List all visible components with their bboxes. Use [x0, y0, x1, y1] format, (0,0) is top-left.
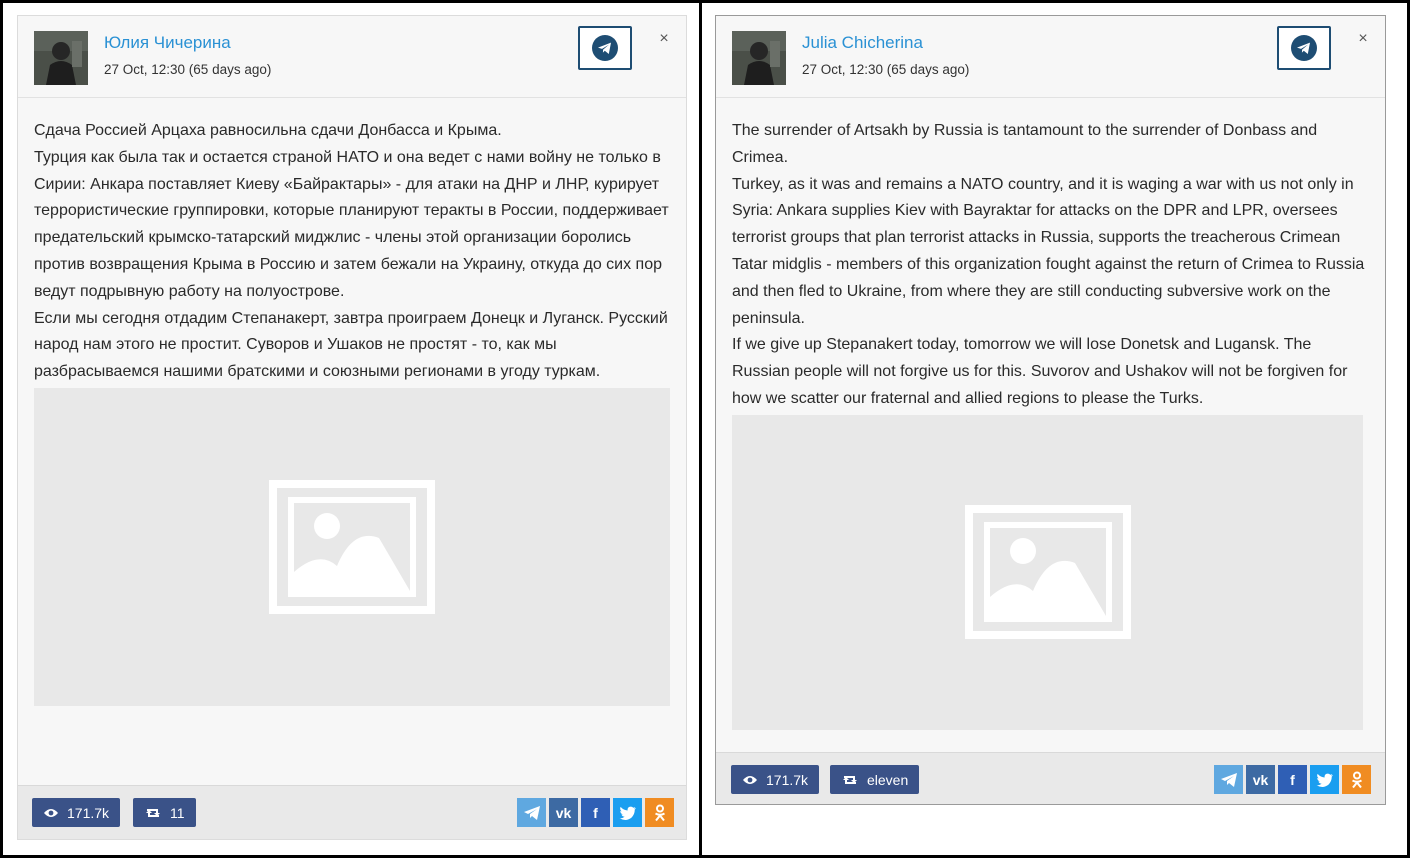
- eye-icon: [743, 775, 757, 784]
- author-name[interactable]: Юлия Чичерина: [104, 33, 231, 53]
- post-header: Юлия Чичерина 27 Oct, 12:30 (65 days ago…: [18, 16, 686, 98]
- reposts-count: eleven: [867, 771, 909, 788]
- facebook-icon[interactable]: f: [1278, 765, 1307, 794]
- close-icon[interactable]: ×: [1355, 31, 1371, 47]
- share-telegram-button[interactable]: [1214, 765, 1243, 794]
- telegram-icon: [523, 805, 540, 820]
- telegram-icon: [592, 35, 618, 61]
- image-placeholder-icon: [269, 479, 435, 614]
- reposts-badge[interactable]: 11: [133, 798, 196, 827]
- eye-icon: [44, 808, 58, 817]
- post-paragraph: The surrender of Artsakh by Russia is ta…: [732, 122, 1318, 166]
- post-date: 27 Oct, 12:30 (65 days ago): [104, 62, 272, 77]
- post-paragraph: Турция как была так и остается страной Н…: [34, 148, 669, 300]
- post-paragraph: Turkey, as it was and remains a NATO cou…: [732, 175, 1365, 327]
- telegram-button[interactable]: [578, 26, 632, 70]
- avatar[interactable]: [34, 31, 88, 85]
- vk-icon[interactable]: vk: [549, 798, 578, 827]
- close-icon[interactable]: ×: [656, 31, 672, 47]
- repost-icon: [843, 775, 857, 784]
- post-header: Julia Chicherina 27 Oct, 12:30 (65 days …: [716, 16, 1385, 98]
- avatar[interactable]: [732, 31, 786, 85]
- post-paragraph: Сдача Россией Арцаха равносильна сдачи Д…: [34, 122, 502, 139]
- image-placeholder[interactable]: [34, 387, 670, 706]
- telegram-icon: [1291, 35, 1317, 61]
- post-card: Юлия Чичерина 27 Oct, 12:30 (65 days ago…: [17, 15, 687, 840]
- panel-translation: Julia Chicherina 27 Oct, 12:30 (65 days …: [699, 0, 1410, 858]
- post-date: 27 Oct, 12:30 (65 days ago): [802, 62, 970, 77]
- views-badge[interactable]: 171.7k: [731, 765, 820, 794]
- telegram-button[interactable]: [1277, 26, 1331, 70]
- post-card: Julia Chicherina 27 Oct, 12:30 (65 days …: [715, 15, 1386, 805]
- post-body: Сдача Россией Арцаха равносильна сдачи Д…: [18, 98, 686, 706]
- post-footer: 171.7k 11 vk f: [18, 785, 686, 839]
- author-name[interactable]: Julia Chicherina: [802, 33, 923, 53]
- image-placeholder-icon: [964, 505, 1131, 640]
- telegram-icon: [1220, 772, 1237, 787]
- post-paragraph: If we give up Stepanakert today, tomorro…: [732, 336, 1348, 407]
- post-footer: 171.7k eleven vk f: [716, 752, 1385, 804]
- share-buttons: vk f: [1214, 765, 1371, 794]
- repost-icon: [146, 808, 160, 817]
- twitter-icon[interactable]: [1310, 765, 1339, 794]
- views-count: 171.7k: [766, 771, 809, 788]
- facebook-icon[interactable]: f: [581, 798, 610, 827]
- image-placeholder[interactable]: [732, 414, 1363, 730]
- share-telegram-button[interactable]: [517, 798, 546, 827]
- share-buttons: vk f: [517, 798, 674, 827]
- post-body: The surrender of Artsakh by Russia is ta…: [716, 98, 1385, 730]
- vk-icon[interactable]: vk: [1246, 765, 1275, 794]
- post-paragraph: Если мы сегодня отдадим Степанакерт, зав…: [34, 309, 668, 381]
- post-text: The surrender of Artsakh by Russia is ta…: [732, 118, 1369, 413]
- post-text: Сдача Россией Арцаха равносильна сдачи Д…: [34, 118, 670, 386]
- panel-original: Юлия Чичерина 27 Oct, 12:30 (65 days ago…: [0, 0, 702, 858]
- reposts-badge[interactable]: eleven: [830, 765, 920, 794]
- views-count: 171.7k: [67, 804, 110, 821]
- twitter-icon[interactable]: [613, 798, 642, 827]
- odnoklassniki-icon[interactable]: [1342, 765, 1371, 794]
- views-badge[interactable]: 171.7k: [32, 798, 121, 827]
- odnoklassniki-icon[interactable]: [645, 798, 674, 827]
- reposts-count: 11: [170, 804, 185, 821]
